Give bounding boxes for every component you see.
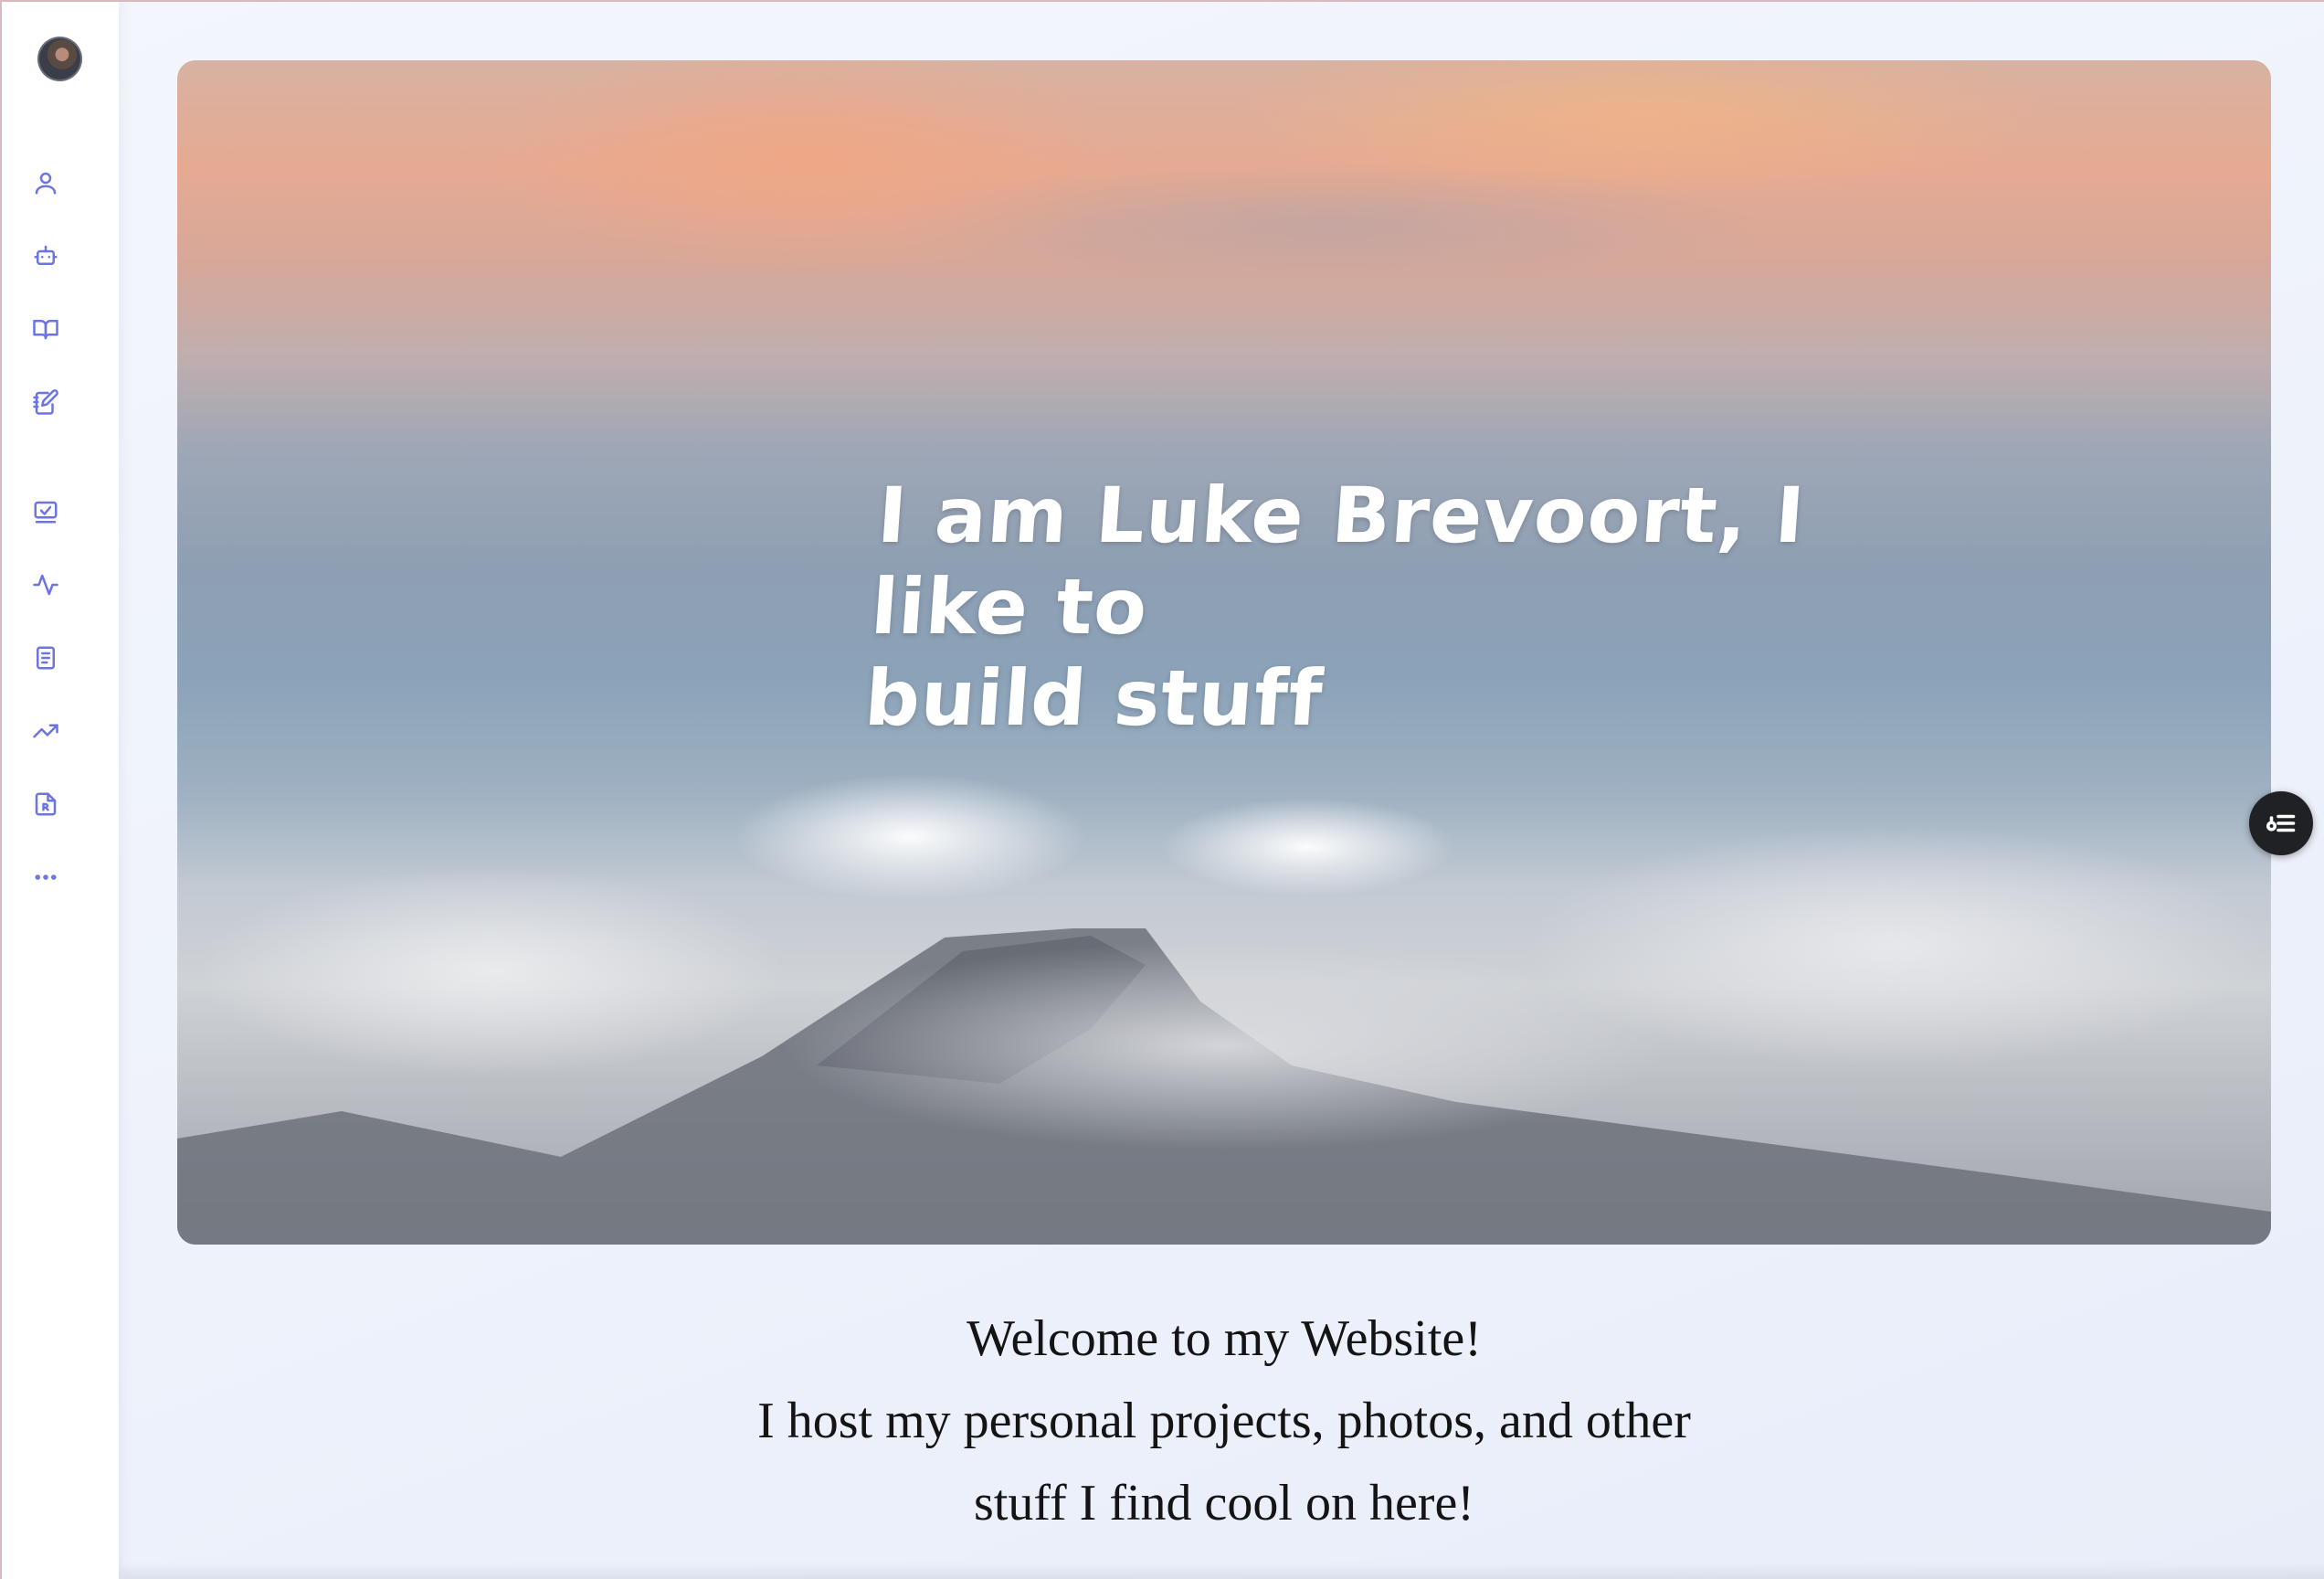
cloud-layer [177,747,2271,1245]
hero-headline-line2: build stuff [861,653,1326,743]
checklist-icon [34,501,58,524]
nav-notes[interactable] [29,386,62,419]
more-icon [35,874,57,880]
nav-more[interactable] [29,861,62,894]
welcome-text: Welcome to my Website! I host my persona… [177,1298,2271,1544]
document-icon [37,646,55,670]
nav-trending[interactable] [29,715,62,747]
resume-icon [35,792,57,816]
trending-up-icon [33,724,58,738]
hero-headline: I am Luke Brevoort, I like to build stuf… [862,470,1960,744]
robot-icon [34,245,58,265]
book-open-icon [33,320,58,340]
nav-projects[interactable] [29,495,62,528]
welcome-line2: I host my personal projects, photos, and… [757,1393,1691,1449]
activity-icon [33,574,58,596]
hero-banner: I am Luke Brevoort, I like to build stuf… [177,60,2271,1245]
table-of-contents-button[interactable] [2249,791,2313,855]
hero-headline-line1: I am Luke Brevoort, I like to [868,471,1809,652]
welcome-line3: stuff I find cool on here! [974,1475,1474,1531]
nav-activity[interactable] [29,568,62,601]
nav-reading[interactable] [29,313,62,345]
nav-documents[interactable] [29,641,62,674]
welcome-line1: Welcome to my Website! [967,1310,1482,1367]
bottom-fade [119,1563,2324,1579]
table-of-contents-icon [2266,814,2296,832]
nav-robot[interactable] [29,239,62,272]
notebook-edit-icon [33,389,58,415]
avatar[interactable] [37,37,82,81]
user-icon [35,172,57,195]
nav-resume[interactable] [29,788,62,821]
sidebar [0,0,119,1579]
nav-user[interactable] [29,166,62,199]
